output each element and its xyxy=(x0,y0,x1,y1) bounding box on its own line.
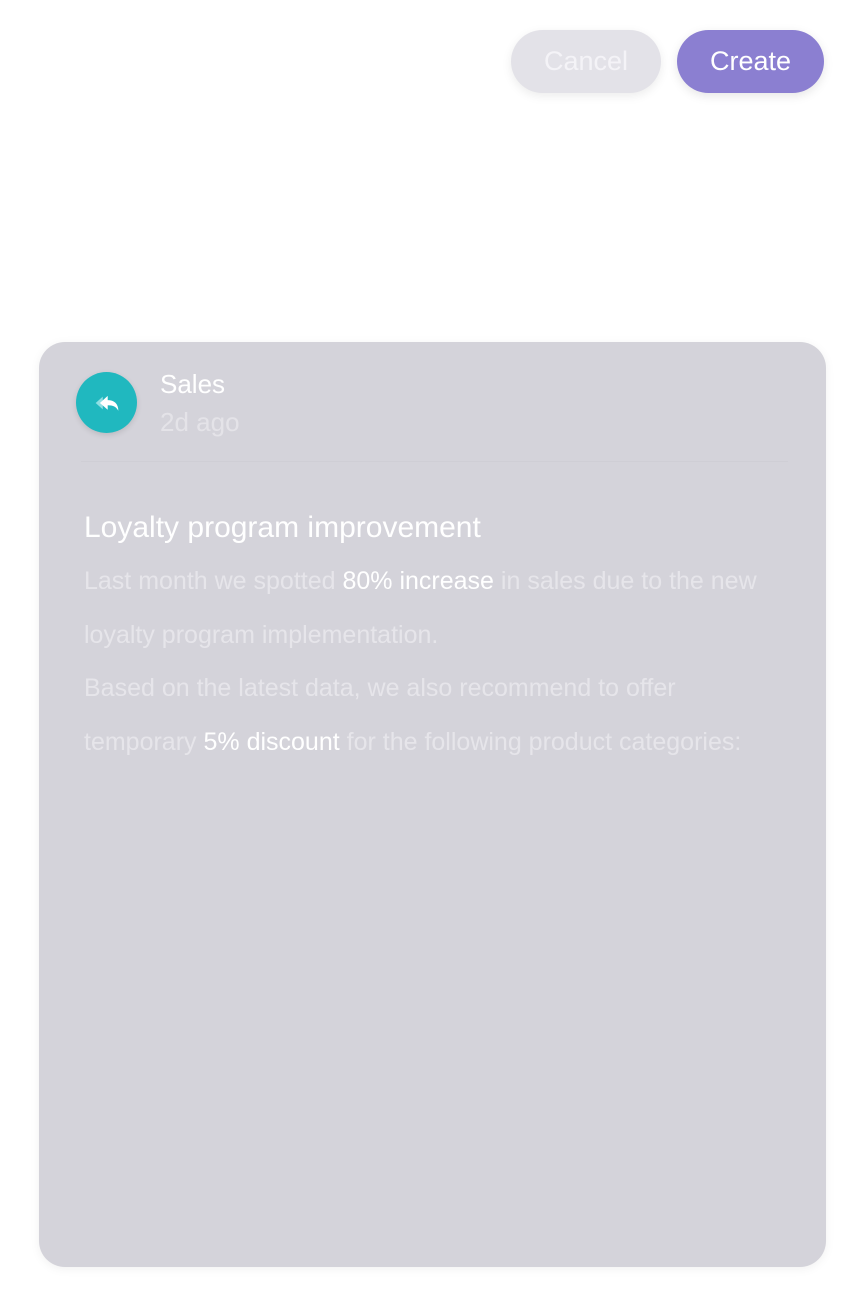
body-text: for the following product categories: xyxy=(339,727,742,756)
timestamp: 2d ago xyxy=(160,407,240,437)
cancel-button[interactable]: Cancel xyxy=(511,30,661,93)
body-text: Last month we spotted xyxy=(84,567,343,595)
insight-card: Sales 2d ago Loyalty program improvement… xyxy=(39,342,826,1267)
body-paragraph-2: Based on the latest data, we also recomm… xyxy=(84,662,784,769)
card-header: Sales 2d ago xyxy=(76,369,240,442)
action-bar: Cancel Create xyxy=(511,30,824,93)
card-meta: Sales 2d ago xyxy=(160,366,240,442)
source-label: Sales xyxy=(160,369,226,399)
create-button[interactable]: Create xyxy=(677,30,824,93)
divider xyxy=(81,461,788,462)
reply-icon xyxy=(95,395,118,411)
highlight-discount: 5% discount xyxy=(203,727,340,756)
avatar xyxy=(76,372,137,433)
highlight-increase: 80% increase xyxy=(342,567,494,595)
body-paragraph-1: Last month we spotted 80% increase in sa… xyxy=(84,555,784,662)
card-body: Last month we spotted 80% increase in sa… xyxy=(84,555,784,769)
card-title: Loyalty program improvement xyxy=(84,511,481,544)
